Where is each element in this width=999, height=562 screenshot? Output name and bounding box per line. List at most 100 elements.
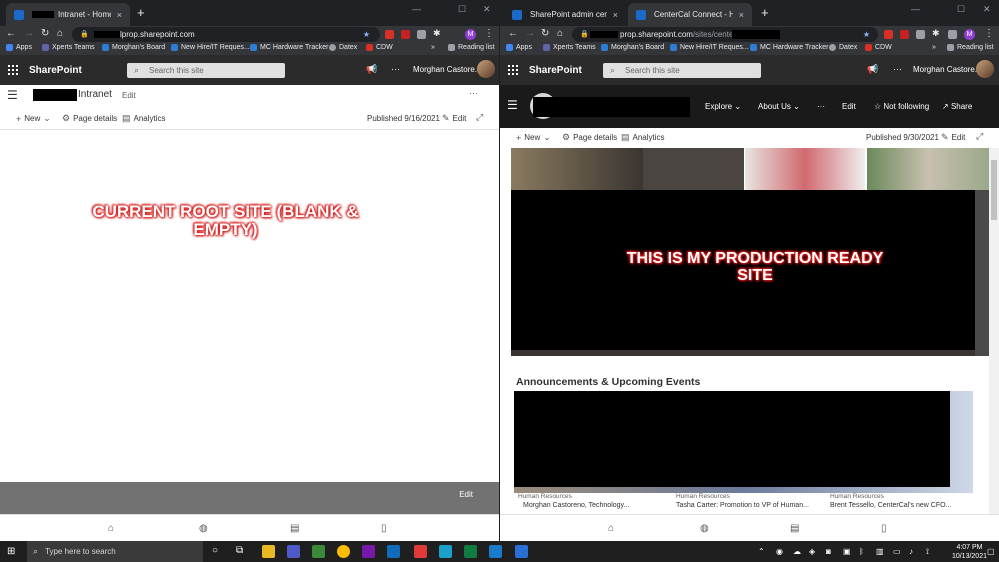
new-tab-button[interactable]: + [137, 6, 145, 19]
site-edit-link[interactable]: Edit [122, 91, 136, 100]
forward-icon[interactable]: → [525, 28, 535, 40]
document-icon[interactable]: ▯ [381, 523, 387, 534]
hamburger-menu-icon[interactable]: ☰ [7, 88, 18, 102]
bookmark-star-icon[interactable]: ★ [363, 27, 370, 42]
tab-sharepoint-admin[interactable]: SharePoint admin center × [504, 3, 626, 26]
user-name[interactable]: Morghan Castore... [413, 65, 481, 74]
command-page-details[interactable]: ⚙ Page details [562, 132, 617, 143]
bookmark-datex[interactable]: Datex [329, 44, 357, 51]
teams-icon[interactable] [287, 545, 300, 558]
hero-tile-image[interactable] [867, 148, 989, 190]
reading-list[interactable]: Reading list [448, 44, 495, 51]
document-icon[interactable]: ▯ [881, 523, 887, 534]
onedrive-icon[interactable]: ☁ [793, 547, 801, 556]
bookmark-xperts-teams[interactable]: Xperts Teams [42, 44, 95, 51]
task-view-icon[interactable]: ⧉ [236, 545, 243, 556]
close-tab-icon[interactable]: × [613, 10, 618, 20]
hamburger-menu-icon[interactable]: ☰ [507, 98, 518, 112]
tray-icon[interactable]: ◙ [826, 547, 831, 556]
notifications-icon[interactable]: ▢ [987, 547, 995, 556]
news-card[interactable]: Human Resources Morghan Castoreno, Techn… [518, 493, 664, 513]
nav-more-icon[interactable]: ··· [817, 102, 825, 111]
excel-icon[interactable] [464, 545, 477, 558]
maximize-button[interactable]: ☐ [957, 4, 965, 15]
close-window-button[interactable]: ✕ [983, 4, 991, 15]
bookmark-apps[interactable]: Apps [506, 44, 532, 51]
tray-chevron-icon[interactable]: ⌃ [758, 547, 765, 556]
scrollbar-thumb[interactable] [991, 160, 997, 220]
command-new[interactable]: + New ⌄ [516, 132, 551, 143]
reload-icon[interactable]: ↻ [541, 28, 549, 40]
bookmark-morghans-board[interactable]: Morghan's Board [601, 44, 664, 51]
app-launcher-icon[interactable] [8, 65, 18, 75]
command-analytics[interactable]: ▤ Analytics [122, 113, 166, 124]
app-icon[interactable] [414, 545, 427, 558]
megaphone-icon[interactable]: 📢 [867, 64, 878, 75]
minimize-button[interactable]: — [911, 4, 920, 14]
more-icon[interactable]: ··· [391, 64, 400, 74]
command-edit[interactable]: ✎ Edit [941, 132, 965, 143]
hero-tile-image[interactable] [511, 148, 643, 190]
globe-icon[interactable]: ◍ [700, 523, 709, 534]
chrome-menu-icon[interactable]: ⋮ [984, 28, 994, 40]
command-page-details[interactable]: ⚙ Page details [62, 113, 117, 124]
taskbar-clock[interactable]: 4:07 PM 10/13/2021 [952, 543, 987, 561]
battery-icon[interactable]: ▭ [893, 547, 901, 556]
tray-icon[interactable]: ▥ [876, 547, 884, 556]
news-card[interactable]: Human Resources Brent Tessello, CenterCa… [830, 493, 976, 513]
home-icon[interactable]: ⌂ [108, 523, 114, 534]
command-new[interactable]: + New ⌄ [16, 113, 51, 124]
bookmark-new-hire[interactable]: New Hire/IT Reques... [670, 44, 749, 51]
nav-explore[interactable]: Explore ⌄ [705, 102, 741, 111]
extension-icon[interactable] [948, 30, 957, 39]
chrome-icon[interactable] [337, 545, 350, 558]
tray-icon[interactable]: ◉ [776, 547, 783, 556]
site-title[interactable]: Intranet [78, 89, 112, 100]
megaphone-icon[interactable]: 📢 [366, 64, 377, 75]
tray-icon[interactable]: ▣ [843, 547, 851, 556]
sharepoint-brand[interactable]: SharePoint [29, 65, 82, 76]
extension-icon[interactable] [916, 30, 925, 39]
cortana-icon[interactable]: ○ [212, 545, 218, 556]
home-icon[interactable]: ⌂ [608, 523, 614, 534]
forward-icon[interactable]: → [24, 28, 34, 40]
profile-avatar-icon[interactable]: M [465, 29, 476, 40]
close-window-button[interactable]: ✕ [483, 4, 491, 15]
address-bar[interactable]: 🔒 prop.sharepoint.com/sites/centerc ★ [572, 27, 878, 42]
tab-centercal-connect[interactable]: CenterCal Connect - Home × [628, 3, 752, 26]
bookmark-morghans-board[interactable]: Morghan's Board [102, 44, 165, 51]
bluetooth-icon[interactable]: ᛒ [859, 547, 864, 556]
news-icon[interactable]: ▤ [290, 523, 299, 534]
taskbar-search-input[interactable]: ⌕ Type here to search [27, 541, 203, 562]
site-search-input[interactable]: ⌕ Search this site [127, 63, 285, 78]
edit-bar-button[interactable]: Edit [459, 490, 473, 499]
hero-tile-image[interactable] [643, 148, 744, 190]
close-tab-icon[interactable]: × [739, 10, 744, 20]
maximize-button[interactable]: ☐ [458, 4, 466, 15]
bookmark-new-hire[interactable]: New Hire/IT Reques... [171, 44, 250, 51]
bookmark-cdw[interactable]: CDW [366, 44, 393, 51]
expand-icon[interactable]: ⤢ [476, 112, 483, 123]
volume-icon[interactable]: ♪ [909, 547, 913, 556]
pdf-extension-icon[interactable] [884, 30, 893, 39]
extensions-puzzle-icon[interactable]: ✱ [433, 28, 442, 38]
bookmark-mc-hardware[interactable]: MC Hardware Tracker [750, 44, 828, 51]
more-bookmarks-icon[interactable]: » [431, 44, 435, 51]
command-edit[interactable]: ✎ Edit [442, 113, 466, 124]
reading-list[interactable]: Reading list [947, 44, 994, 51]
tab-intranet-home[interactable]: Intranet - Home × [6, 3, 130, 26]
nav-edit-link[interactable]: Edit [842, 102, 856, 111]
user-name[interactable]: Morghan Castore... [913, 65, 981, 74]
site-search-input[interactable]: ⌕ Search this site [603, 63, 761, 78]
outlook-icon[interactable] [387, 545, 400, 558]
tray-icon[interactable]: ◈ [809, 547, 815, 556]
close-tab-icon[interactable]: × [117, 10, 122, 20]
hero-tile-image[interactable] [745, 148, 865, 190]
bookmark-mc-hardware[interactable]: MC Hardware Tracker [250, 44, 328, 51]
extensions-puzzle-icon[interactable]: ✱ [932, 28, 941, 38]
page-scrollbar[interactable] [989, 148, 999, 514]
follow-button[interactable]: ☆ Not following [874, 102, 929, 111]
nav-about-us[interactable]: About Us ⌄ [758, 102, 800, 111]
news-icon[interactable]: ▤ [790, 523, 799, 534]
command-analytics[interactable]: ▤ Analytics [621, 132, 665, 143]
